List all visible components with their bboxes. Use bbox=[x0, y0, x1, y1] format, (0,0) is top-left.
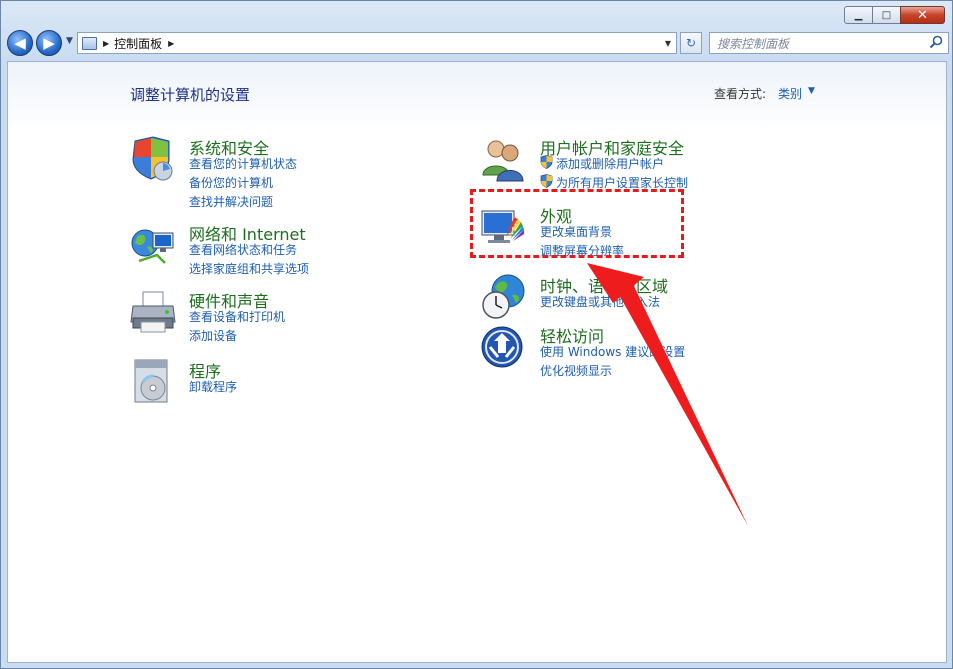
category-user-accounts: 用户帐户和家庭安全 添加或删除用户帐户 为所有用户设置家长控制 bbox=[480, 135, 720, 193]
recent-pages-dropdown[interactable]: ▼ bbox=[66, 36, 73, 46]
chevron-down-icon[interactable]: ▼ bbox=[808, 86, 815, 96]
clock-globe-icon[interactable] bbox=[480, 273, 528, 321]
link-change-keyboard-input[interactable]: 更改键盘或其他输入法 bbox=[540, 293, 660, 310]
close-button[interactable]: ✕ bbox=[900, 6, 945, 24]
refresh-button[interactable]: ↻ bbox=[680, 32, 702, 54]
address-dropdown-button[interactable]: ▼ bbox=[660, 33, 676, 53]
breadcrumb-separator-icon[interactable]: ▶ bbox=[103, 39, 109, 48]
ease-of-access-icon[interactable] bbox=[480, 323, 528, 371]
control-panel-icon bbox=[82, 36, 97, 50]
annotation-highlight-box bbox=[470, 189, 684, 258]
minimize-button[interactable]: ▁ bbox=[844, 6, 873, 24]
network-globe-icon[interactable] bbox=[129, 221, 177, 269]
uac-shield-icon bbox=[540, 174, 553, 188]
navigation-bar: ◀ ▶ ▼ ▶ 控制面板 ▶ ▼ ↻ 搜索控制面板 bbox=[7, 29, 949, 57]
link-add-device[interactable]: 添加设备 bbox=[189, 327, 237, 344]
search-input[interactable]: 搜索控制面板 bbox=[709, 32, 949, 54]
forward-button[interactable]: ▶ bbox=[36, 30, 62, 56]
category-ease-of-access: 轻松访问 使用 Windows 建议的设置 优化视频显示 bbox=[480, 323, 720, 381]
page-title: 调整计算机的设置 bbox=[130, 86, 251, 104]
breadcrumb-control-panel[interactable]: 控制面板 bbox=[114, 35, 162, 52]
category-system-security: 系统和安全 查看您的计算机状态 备份您的计算机 查找并解决问题 bbox=[129, 135, 369, 210]
view-by-dropdown[interactable]: 类别 bbox=[778, 85, 802, 102]
programs-disc-icon[interactable] bbox=[129, 358, 177, 406]
link-uninstall-program[interactable]: 卸载程序 bbox=[189, 378, 237, 395]
forward-arrow-icon: ▶ bbox=[43, 34, 55, 52]
printer-icon[interactable] bbox=[129, 288, 177, 336]
caption-buttons: ▁ □ ✕ bbox=[844, 6, 945, 24]
category-network-internet: 网络和 Internet 查看网络状态和任务 选择家庭组和共享选项 bbox=[129, 221, 369, 279]
uac-shield-icon bbox=[540, 155, 553, 169]
users-icon[interactable] bbox=[480, 135, 528, 183]
refresh-icon: ↻ bbox=[685, 36, 697, 50]
window-frame: ▁ □ ✕ ◀ ▶ ▼ ▶ 控制面板 ▶ ▼ ↻ 搜索控制面板 调整计算机的设置… bbox=[0, 0, 953, 669]
link-add-remove-accounts[interactable]: 添加或删除用户帐户 bbox=[556, 155, 664, 172]
maximize-button[interactable]: □ bbox=[872, 6, 901, 24]
link-check-computer-status[interactable]: 查看您的计算机状态 bbox=[189, 155, 297, 172]
link-optimize-video-display[interactable]: 优化视频显示 bbox=[540, 362, 612, 379]
link-devices-printers[interactable]: 查看设备和打印机 bbox=[189, 308, 285, 325]
link-windows-recommended-settings[interactable]: 使用 Windows 建议的设置 bbox=[540, 343, 685, 360]
link-backup-computer[interactable]: 备份您的计算机 bbox=[189, 174, 273, 191]
link-network-status[interactable]: 查看网络状态和任务 bbox=[189, 241, 297, 258]
shield-system-icon[interactable] bbox=[129, 135, 177, 183]
back-button[interactable]: ◀ bbox=[7, 30, 33, 56]
link-homegroup-sharing[interactable]: 选择家庭组和共享选项 bbox=[189, 260, 309, 277]
breadcrumb-separator-icon[interactable]: ▶ bbox=[168, 39, 174, 48]
view-by-label: 查看方式: bbox=[714, 87, 767, 101]
link-troubleshoot[interactable]: 查找并解决问题 bbox=[189, 193, 273, 210]
back-arrow-icon: ◀ bbox=[14, 34, 26, 52]
search-icon[interactable] bbox=[929, 35, 943, 49]
category-programs: 程序 卸载程序 bbox=[129, 358, 369, 406]
category-hardware-sound: 硬件和声音 查看设备和打印机 添加设备 bbox=[129, 288, 369, 346]
category-clock-language-region: 时钟、语言和区域 更改键盘或其他输入法 bbox=[480, 273, 720, 321]
chevron-down-icon: ▼ bbox=[664, 38, 672, 48]
address-bar[interactable]: ▶ 控制面板 ▶ ▼ bbox=[77, 32, 677, 54]
search-placeholder: 搜索控制面板 bbox=[717, 36, 790, 51]
chevron-down-icon: ▼ bbox=[66, 36, 73, 46]
